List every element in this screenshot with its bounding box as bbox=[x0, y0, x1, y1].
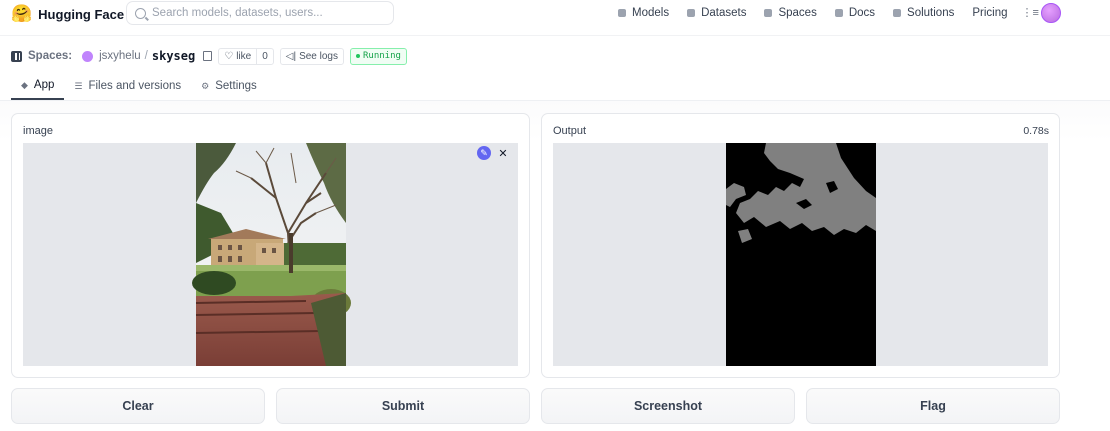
tab-settings-label: Settings bbox=[215, 80, 257, 92]
input-photo bbox=[192, 143, 351, 366]
brand-link[interactable]: 🤗 Hugging Face bbox=[11, 4, 124, 24]
status-dot bbox=[356, 54, 360, 58]
tabs: ◆ App ☰ Files and versions ⚙ Settings bbox=[11, 72, 267, 100]
output-image-panel: Output 0.78s bbox=[541, 113, 1060, 378]
nav-datasets-label: Datasets bbox=[701, 6, 747, 19]
spaces-label: Spaces: bbox=[28, 50, 73, 62]
nav-solutions[interactable]: Solutions bbox=[893, 7, 954, 19]
nav-spaces[interactable]: Spaces bbox=[764, 6, 817, 19]
output-image-area bbox=[553, 143, 1048, 366]
tab-files-label: Files and versions bbox=[88, 80, 182, 92]
tab-files[interactable]: ☰ Files and versions bbox=[64, 72, 191, 100]
search-box[interactable] bbox=[126, 1, 394, 25]
logs-icon: ◁| bbox=[285, 50, 297, 62]
space-name-link[interactable]: skyseg bbox=[152, 49, 195, 63]
screenshot-button[interactable]: Screenshot bbox=[541, 388, 795, 424]
nav-models-label: Models bbox=[632, 6, 670, 19]
user-avatar[interactable] bbox=[1041, 3, 1061, 23]
nav-links: Models Datasets Spaces Docs Solutions Pr… bbox=[618, 6, 1039, 19]
edit-icon[interactable]: ✎ bbox=[477, 146, 491, 160]
flag-button[interactable]: Flag bbox=[806, 388, 1060, 424]
more-menu-icon[interactable]: ⋮≡ bbox=[1022, 6, 1039, 19]
brand-name: Hugging Face bbox=[38, 6, 125, 22]
nav-datasets[interactable]: Datasets bbox=[687, 7, 746, 19]
datasets-icon bbox=[687, 8, 696, 17]
status-badge: Running bbox=[350, 47, 407, 65]
inference-time: 0.78s bbox=[1023, 125, 1049, 137]
output-label: Output bbox=[553, 125, 587, 137]
hugging-face-logo-icon: 🤗 bbox=[11, 4, 33, 23]
see-logs-label: See logs bbox=[299, 50, 338, 62]
input-image-panel: image ✎ ✕ bbox=[11, 113, 530, 378]
owner-avatar bbox=[82, 50, 94, 62]
nav-spaces-label: Spaces bbox=[778, 6, 817, 19]
space-header: Spaces: jsxyhelu / skyseg ♡ like 0 ◁| See … bbox=[11, 47, 407, 65]
submit-button[interactable]: Submit bbox=[276, 388, 530, 424]
tab-app[interactable]: ◆ App bbox=[11, 72, 65, 100]
like-count: 0 bbox=[256, 48, 273, 64]
input-image-label: image bbox=[23, 125, 53, 137]
nav-models[interactable]: Models bbox=[618, 7, 669, 19]
search-input[interactable] bbox=[152, 7, 382, 19]
heart-icon: ♡ bbox=[224, 50, 234, 62]
image-tools: ✎ ✕ bbox=[477, 146, 510, 160]
see-logs-button[interactable]: ◁| See logs bbox=[279, 47, 344, 65]
nav-pricing[interactable]: Pricing bbox=[972, 7, 1007, 19]
nav-solutions-label: Solutions bbox=[907, 6, 955, 19]
gear-icon: ⚙ bbox=[201, 80, 210, 91]
spaces-icon bbox=[764, 8, 773, 17]
space-icon bbox=[11, 50, 22, 62]
clear-button[interactable]: Clear bbox=[11, 388, 265, 424]
input-image-area[interactable]: ✎ ✕ bbox=[23, 143, 518, 366]
status-text: Running bbox=[363, 51, 401, 61]
like-label: like bbox=[236, 50, 252, 62]
tab-settings[interactable]: ⚙ Settings bbox=[191, 72, 267, 100]
nav-docs[interactable]: Docs bbox=[834, 6, 876, 19]
like-button[interactable]: ♡ like 0 bbox=[218, 47, 274, 65]
search-icon bbox=[135, 7, 146, 19]
nav-docs-label: Docs bbox=[848, 6, 876, 19]
top-nav: 🤗 Hugging Face Models Datasets Spaces Do… bbox=[0, 0, 1110, 36]
files-icon: ☰ bbox=[74, 80, 83, 91]
close-icon[interactable]: ✕ bbox=[496, 146, 510, 160]
solutions-icon bbox=[893, 8, 902, 17]
owner-link[interactable]: jsxyhelu bbox=[99, 50, 141, 62]
models-icon bbox=[618, 8, 626, 17]
tab-app-label: App bbox=[33, 79, 55, 91]
app-icon: ◆ bbox=[21, 79, 28, 90]
copy-icon[interactable] bbox=[203, 51, 213, 61]
segmentation-mask bbox=[726, 143, 876, 366]
path-separator: / bbox=[144, 50, 148, 62]
nav-pricing-label: Pricing bbox=[972, 6, 1008, 19]
docs-icon bbox=[834, 8, 843, 17]
